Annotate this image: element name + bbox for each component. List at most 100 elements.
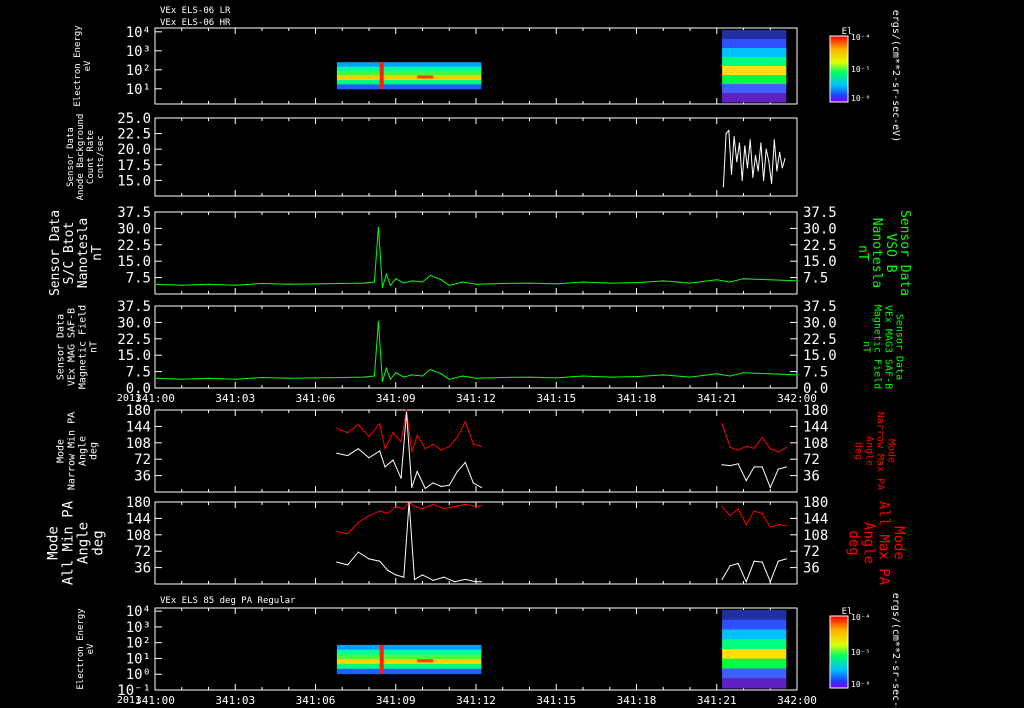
panel-2-point bbox=[181, 284, 183, 286]
panel-5-point bbox=[454, 505, 456, 508]
panel-5-point bbox=[432, 579, 434, 581]
panel-2-ylabel-right: Sensor Data bbox=[897, 210, 912, 296]
panel-6-band bbox=[722, 629, 787, 640]
panel-2-point bbox=[769, 279, 771, 281]
time-tick-label: 342:00 bbox=[777, 694, 817, 707]
colorbar-tick: 10⁻⁵ bbox=[851, 65, 870, 74]
panel-4-point bbox=[336, 427, 338, 429]
panel-5-point bbox=[347, 564, 349, 566]
panel-4-point bbox=[379, 450, 381, 452]
time-tick-label: 341:03 bbox=[215, 694, 255, 707]
colorbar-label: ergs/(cm**2-sr-sec-eV) bbox=[890, 593, 901, 708]
panel-4-point bbox=[464, 420, 466, 422]
panel-6-band bbox=[722, 619, 787, 630]
time-tick-label: 341:12 bbox=[456, 392, 496, 405]
panel-4-point bbox=[424, 487, 426, 489]
panel-2-point bbox=[609, 282, 611, 284]
panel-0-ytick-label: 10⁴ bbox=[126, 25, 151, 41]
panel-5-point bbox=[737, 562, 739, 565]
time-tick-label: 341:09 bbox=[376, 392, 416, 405]
panel-3-point bbox=[729, 375, 731, 377]
time-tick-label: 341:00 bbox=[135, 694, 175, 707]
panel-4-ylabel-right: deg bbox=[853, 442, 864, 460]
time-tick-label: 341:18 bbox=[617, 392, 657, 405]
panel-4-point bbox=[721, 423, 723, 425]
panel-3-point bbox=[502, 376, 504, 379]
panel-4-point bbox=[761, 466, 763, 468]
panel-4-point bbox=[416, 470, 418, 473]
panel-2-point bbox=[555, 283, 557, 285]
panel-5-point bbox=[379, 560, 381, 562]
panel-5-ytick-label-right: 144 bbox=[803, 511, 828, 527]
panel-3-ytick-label: 22.5 bbox=[117, 332, 151, 348]
panel-5-ytick-label-right: 72 bbox=[803, 544, 820, 560]
panel-1-ylabel: cnts/sec bbox=[96, 135, 106, 178]
panel-1-point bbox=[773, 139, 775, 141]
panel-1-point bbox=[744, 145, 746, 147]
panel-2-ylabel-right: nT bbox=[855, 245, 870, 261]
panel-4-point bbox=[400, 477, 402, 479]
panel-3-point bbox=[377, 320, 379, 322]
panel-4-ylabel-right: Angle bbox=[864, 436, 875, 466]
panel-2-point bbox=[662, 280, 664, 282]
panel-0-band bbox=[336, 75, 482, 81]
panel-2-ytick-label: 22.5 bbox=[117, 238, 151, 254]
panel-3-point bbox=[411, 374, 413, 376]
panel-3-point bbox=[635, 376, 638, 378]
panel-1-point bbox=[768, 161, 770, 163]
panel-2-point bbox=[528, 282, 531, 284]
panel-4-point bbox=[440, 449, 442, 451]
panel-4-point bbox=[368, 435, 370, 438]
panel-2-point bbox=[742, 278, 745, 280]
panel-3-point bbox=[689, 376, 691, 378]
panel-0-ytick-label: 10¹ bbox=[126, 82, 151, 98]
panel-4-ylabel: Mode bbox=[56, 439, 67, 463]
panel-5-ytick-label: 180 bbox=[126, 495, 151, 511]
panel-0-spike bbox=[379, 62, 384, 89]
panel-3-point bbox=[154, 377, 156, 379]
all-pa-series-3 bbox=[721, 558, 787, 584]
panel-5-point bbox=[769, 526, 771, 528]
panel-1-point bbox=[776, 170, 778, 172]
panel-2-point bbox=[462, 281, 464, 283]
panel-2-ytick-label-right: 7.5 bbox=[803, 271, 828, 287]
panel-4-point bbox=[456, 470, 458, 473]
panel-3-point bbox=[234, 378, 236, 380]
panel-4-ylabel: Narrow Min PA bbox=[67, 412, 78, 490]
panel-5-ytick-label: 108 bbox=[126, 528, 151, 544]
panel-3-point bbox=[314, 377, 317, 379]
panel-5-point bbox=[721, 505, 723, 508]
panel-3-point bbox=[261, 376, 263, 379]
panel-3-point bbox=[475, 377, 477, 379]
panel-4-point bbox=[761, 436, 763, 438]
panel-4-ylabel: Angle bbox=[78, 436, 89, 466]
panel-4-point bbox=[405, 409, 408, 411]
panel-6-spectrogram bbox=[336, 610, 787, 689]
colorbar-tick: 10⁻⁵ bbox=[851, 648, 870, 657]
panel-3-point bbox=[363, 376, 365, 378]
panel-5-point bbox=[443, 508, 445, 510]
panel-5-point bbox=[443, 576, 445, 578]
panel-3-point bbox=[742, 372, 745, 374]
panel-5-point bbox=[761, 512, 763, 514]
panel-0-ytick-label: 10² bbox=[126, 63, 151, 79]
panel-2-point bbox=[729, 281, 731, 283]
panel-5-point bbox=[421, 574, 424, 576]
panel-5-point bbox=[347, 533, 349, 535]
panel-0-band bbox=[722, 39, 787, 49]
panel-5-point bbox=[464, 503, 466, 505]
time-tick-label: 341:21 bbox=[697, 392, 737, 405]
panel-2-point bbox=[582, 281, 584, 283]
panel-6-hot bbox=[417, 659, 434, 663]
panel-5-point bbox=[737, 508, 739, 510]
panel-5-point bbox=[357, 551, 359, 553]
panel-4-frame bbox=[154, 409, 798, 493]
panel-2-point bbox=[411, 280, 413, 282]
panel-4-ytick-label: 180 bbox=[126, 403, 151, 419]
panel-5-point bbox=[421, 508, 424, 510]
panel-3-point bbox=[448, 378, 450, 380]
panel-4-point bbox=[480, 486, 482, 489]
panel-3-point bbox=[341, 376, 343, 379]
panel-5-point bbox=[368, 558, 370, 560]
panel-2-point bbox=[234, 284, 236, 286]
